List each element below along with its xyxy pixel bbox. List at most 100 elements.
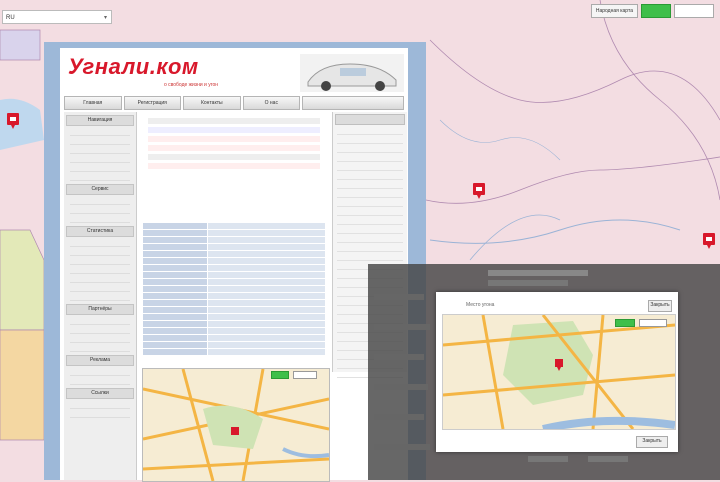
left-link[interactable] <box>70 267 130 274</box>
left-link[interactable] <box>70 336 130 343</box>
left-link[interactable] <box>70 138 130 145</box>
left-section-header: Ссылки <box>66 388 134 399</box>
list-item[interactable] <box>337 127 403 135</box>
list-item[interactable] <box>337 244 403 252</box>
left-link[interactable] <box>70 258 130 265</box>
table-row <box>142 341 326 349</box>
list-item[interactable] <box>337 181 403 189</box>
left-link[interactable] <box>70 294 130 301</box>
left-section-header: Партнёры <box>66 304 134 315</box>
left-link[interactable] <box>70 378 130 385</box>
left-section-header: Сервис <box>66 184 134 195</box>
left-link[interactable] <box>70 174 130 181</box>
modal-ok-button[interactable]: Закрыть <box>636 436 668 448</box>
theft-location-map[interactable] <box>142 368 330 482</box>
left-link[interactable] <box>70 207 130 214</box>
map-type-hybrid-button[interactable] <box>674 4 714 18</box>
list-item[interactable] <box>337 217 403 225</box>
left-link[interactable] <box>70 249 130 256</box>
left-link[interactable] <box>70 369 130 376</box>
left-link[interactable] <box>70 276 130 283</box>
left-link[interactable] <box>70 285 130 292</box>
left-link[interactable] <box>70 411 130 418</box>
table-row <box>142 264 326 272</box>
right-section-header <box>335 114 405 125</box>
table-row <box>142 320 326 328</box>
minimap-scheme-button[interactable] <box>271 371 289 379</box>
left-link[interactable] <box>70 198 130 205</box>
modal-close-button[interactable]: Закрыть <box>648 300 672 312</box>
modal-map-type-button[interactable] <box>639 319 667 327</box>
left-link[interactable] <box>70 327 130 334</box>
backdrop-text <box>374 414 424 420</box>
left-section-header: Статистика <box>66 226 134 237</box>
list-item[interactable] <box>337 154 403 162</box>
theft-marker-icon[interactable] <box>472 182 486 200</box>
table-row <box>142 243 326 251</box>
site-page: Угнали.ком о свободе жизни и угон Главна… <box>60 48 408 482</box>
car-banner-icon <box>300 54 404 92</box>
site-logo[interactable]: Угнали.ком <box>68 54 199 80</box>
nav-tab[interactable]: О нас <box>242 96 301 110</box>
table-row <box>142 222 326 230</box>
list-item[interactable] <box>337 226 403 234</box>
left-link[interactable] <box>70 156 130 163</box>
modal-map[interactable] <box>442 314 676 430</box>
nav-tab[interactable]: Главная <box>64 96 122 110</box>
left-link[interactable] <box>70 165 130 172</box>
left-link[interactable] <box>70 216 130 223</box>
list-item[interactable] <box>337 208 403 216</box>
left-link[interactable] <box>70 240 130 247</box>
table-row <box>142 257 326 265</box>
table-row <box>142 250 326 258</box>
nav-tab[interactable]: Регистрация <box>123 96 182 110</box>
list-item[interactable] <box>337 253 403 261</box>
list-item[interactable] <box>337 145 403 153</box>
left-link[interactable] <box>70 345 130 352</box>
left-link[interactable] <box>70 129 130 136</box>
table-row <box>142 299 326 307</box>
map-type-scheme-button[interactable] <box>641 4 671 18</box>
list-item[interactable] <box>337 199 403 207</box>
location-modal[interactable]: Место угона Закрыть Закрыть <box>436 292 678 452</box>
content-line <box>148 118 320 124</box>
list-item[interactable] <box>337 172 403 180</box>
site-tagline: о свободе жизни и угон <box>164 82 218 88</box>
left-section-header: Навигация <box>66 115 134 126</box>
nav-tab[interactable] <box>302 96 404 110</box>
table-row <box>142 348 326 356</box>
backdrop-text <box>528 456 568 462</box>
backdrop-text <box>374 384 428 390</box>
site-nav: Главная Регистрация Контакты О нас <box>64 96 404 110</box>
table-row <box>142 229 326 237</box>
list-item[interactable] <box>337 190 403 198</box>
table-row <box>142 236 326 244</box>
content-line <box>148 163 320 169</box>
left-link[interactable] <box>70 318 130 325</box>
table-row <box>142 313 326 321</box>
region-select[interactable]: RU ▾ <box>2 10 112 24</box>
table-row <box>142 327 326 335</box>
table-row <box>142 292 326 300</box>
list-item[interactable] <box>337 136 403 144</box>
left-link[interactable] <box>70 147 130 154</box>
theft-marker-icon[interactable] <box>702 232 716 250</box>
table-row <box>142 306 326 314</box>
map-type-people-button[interactable]: Народная карта <box>590 4 638 18</box>
list-item[interactable] <box>337 163 403 171</box>
site-left-column: Навигация Сервис Статистика Партнёры Рек… <box>64 112 137 480</box>
left-link[interactable] <box>70 402 130 409</box>
backdrop-text <box>374 354 424 360</box>
nav-tab[interactable]: Контакты <box>183 96 241 110</box>
backdrop-text <box>374 324 430 330</box>
modal-map-scheme-button[interactable] <box>615 319 635 327</box>
backdrop-text <box>488 270 588 276</box>
content-line <box>148 127 320 133</box>
list-item[interactable] <box>337 235 403 243</box>
chevron-down-icon: ▾ <box>103 15 107 21</box>
left-section-header: Реклама <box>66 355 134 366</box>
table-row <box>142 285 326 293</box>
backdrop-text <box>588 456 628 462</box>
theft-marker-icon[interactable] <box>6 112 20 130</box>
minimap-type-button[interactable] <box>293 371 317 379</box>
